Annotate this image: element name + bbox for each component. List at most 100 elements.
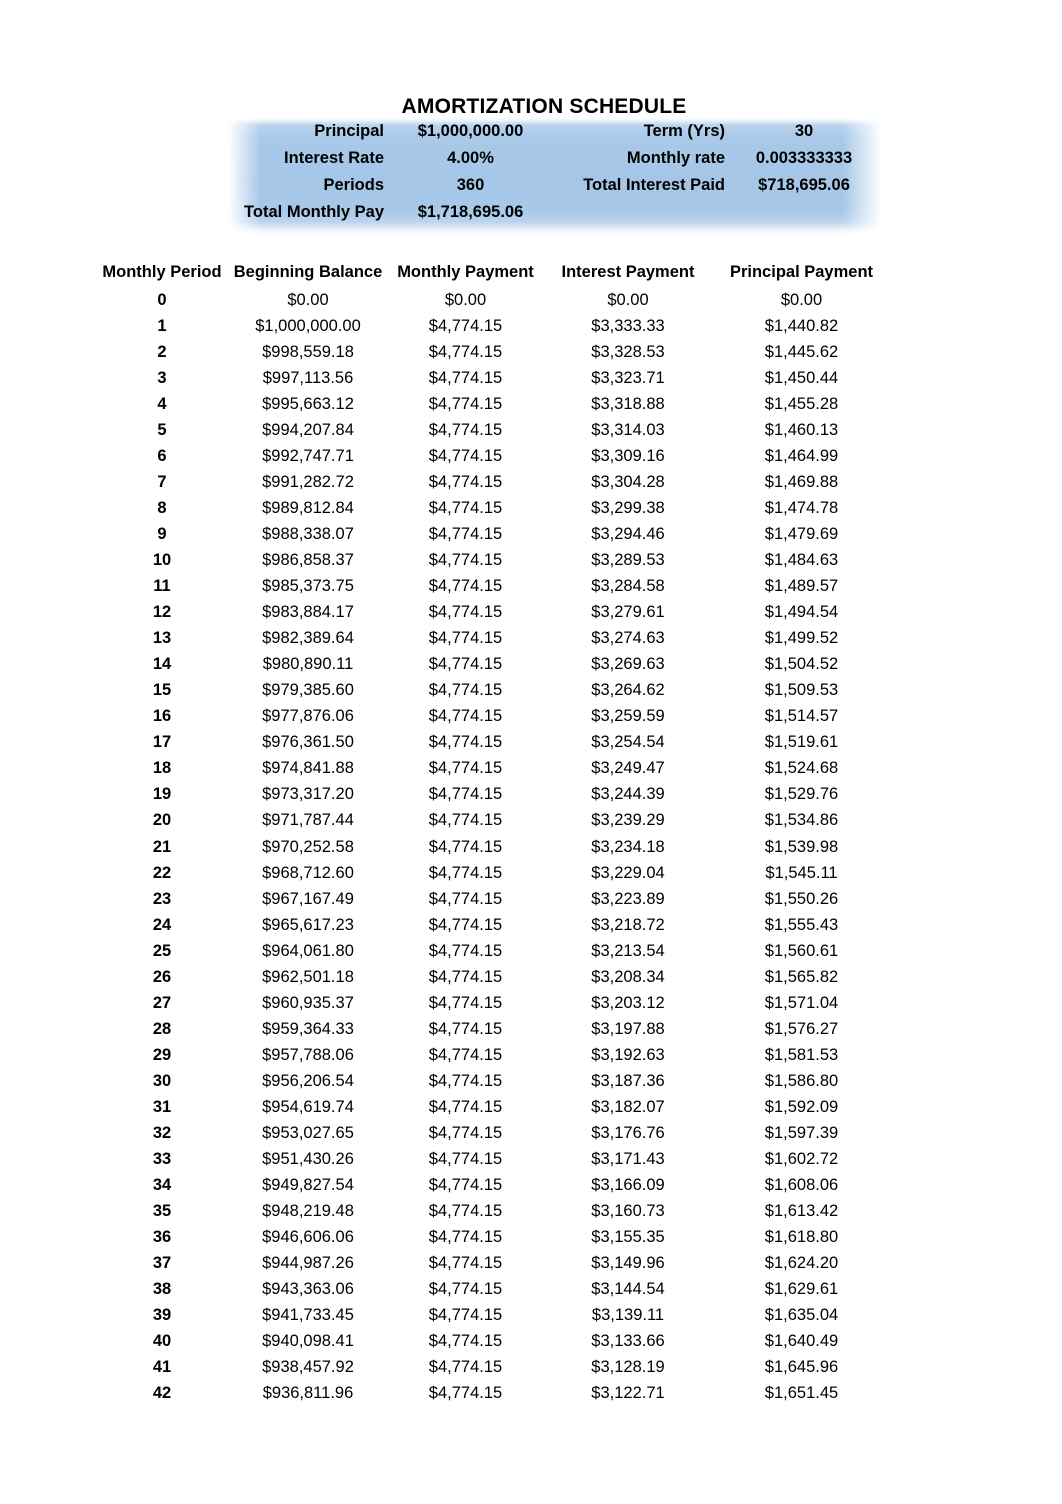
cell-monthly-period: 6 — [157, 446, 167, 465]
cell-interest-payment: $3,218.72 — [591, 915, 665, 934]
cell-interest-payment: $3,234.18 — [591, 837, 665, 856]
cell-monthly-period: 35 — [152, 1202, 172, 1221]
cell-interest-payment: $3,309.16 — [591, 446, 665, 465]
table-row: 28 $959,364.33 $4,774.15 $3,197.88 $1,576.27 — [96, 1016, 890, 1042]
cell-interest-payment: $3,229.04 — [591, 863, 665, 882]
cell-principal-payment: $1,464.99 — [764, 446, 839, 465]
cell-principal-payment: $1,618.80 — [764, 1228, 839, 1247]
cell-monthly-payment: $4,774.15 — [428, 1384, 503, 1403]
cell-monthly-period: 11 — [153, 577, 171, 596]
table-row: 42 $936,811.96 $4,774.15 $3,122.71 $1,651.45 — [96, 1381, 890, 1407]
cell-beginning-balance: $986,858.37 — [262, 550, 354, 569]
cell-monthly-period: 17 — [152, 733, 172, 752]
cell-monthly-period: 42 — [152, 1384, 172, 1403]
cell-interest-payment: $3,269.63 — [591, 655, 665, 674]
cell-beginning-balance: $944,987.26 — [262, 1254, 354, 1273]
column-header-beginning-balance: Beginning Balance — [233, 263, 383, 281]
cell-principal-payment: $1,571.04 — [764, 993, 839, 1012]
cell-principal-payment: $1,534.86 — [764, 811, 839, 830]
cell-beginning-balance: $954,619.74 — [262, 1097, 354, 1116]
cell-interest-payment: $3,254.54 — [591, 733, 665, 752]
cell-monthly-period: 37 — [152, 1254, 172, 1273]
cell-monthly-payment: $4,774.15 — [428, 498, 503, 517]
table-row: 7 $991,282.72 $4,774.15 $3,304.28 $1,469.88 — [96, 469, 890, 495]
cell-monthly-payment: $4,774.15 — [428, 472, 503, 491]
cell-monthly-payment: $4,774.15 — [428, 420, 503, 439]
cell-monthly-payment: $4,774.15 — [428, 629, 503, 648]
cell-monthly-payment: $4,774.15 — [428, 1019, 503, 1038]
cell-monthly-payment: $4,774.15 — [428, 1280, 503, 1299]
summary-value: 30 — [794, 122, 814, 140]
cell-principal-payment: $1,560.61 — [764, 941, 839, 960]
cell-monthly-period: 13 — [152, 629, 172, 648]
cell-beginning-balance: $991,282.72 — [262, 472, 354, 491]
cell-beginning-balance: $956,206.54 — [262, 1071, 354, 1090]
summary-label — [553, 199, 729, 226]
cell-monthly-period: 33 — [152, 1150, 172, 1169]
cell-monthly-payment: $4,774.15 — [428, 1176, 503, 1195]
table-row: 10 $986,858.37 $4,774.15 $3,289.53 $1,484.63 — [96, 547, 890, 573]
cell-monthly-payment: $4,774.15 — [428, 707, 503, 726]
cell-monthly-period: 20 — [152, 811, 172, 830]
cell-principal-payment: $1,624.20 — [764, 1254, 839, 1273]
cell-beginning-balance: $973,317.20 — [262, 785, 354, 804]
cell-monthly-period: 38 — [152, 1280, 172, 1299]
cell-monthly-period: 36 — [152, 1228, 172, 1247]
cell-beginning-balance: $943,363.06 — [262, 1280, 354, 1299]
cell-interest-payment: $3,197.88 — [591, 1019, 665, 1038]
cell-monthly-period: 24 — [152, 915, 172, 934]
cell-monthly-period: 10 — [152, 550, 172, 569]
cell-interest-payment: $3,279.61 — [591, 603, 665, 622]
cell-principal-payment: $1,474.78 — [764, 498, 839, 517]
table-row: 12 $983,884.17 $4,774.15 $3,279.61 $1,494.54 — [96, 600, 890, 626]
table-body: 0 $0.00 $0.00 $0.00 $0.00 1 $1,000,000.00 $4,77… — [96, 287, 890, 1407]
cell-interest-payment: $3,289.53 — [591, 550, 665, 569]
cell-monthly-period: 40 — [152, 1332, 172, 1351]
table-row: 8 $989,812.84 $4,774.15 $3,299.38 $1,474.78 — [96, 495, 890, 521]
cell-principal-payment: $1,499.52 — [764, 629, 839, 648]
cell-interest-payment: $3,128.19 — [591, 1358, 665, 1377]
cell-monthly-payment: $0.00 — [444, 290, 487, 309]
table-row: 40 $940,098.41 $4,774.15 $3,133.66 $1,640.49 — [96, 1329, 890, 1355]
cell-interest-payment: $3,304.28 — [591, 472, 665, 491]
cell-monthly-payment: $4,774.15 — [428, 1254, 503, 1273]
cell-monthly-period: 15 — [152, 681, 172, 700]
table-row: 38 $943,363.06 $4,774.15 $3,144.54 $1,629.61 — [96, 1277, 890, 1303]
cell-beginning-balance: $998,559.18 — [262, 342, 354, 361]
cell-interest-payment: $3,239.29 — [591, 811, 665, 830]
cell-principal-payment: $1,494.54 — [764, 603, 839, 622]
cell-beginning-balance: $0.00 — [287, 290, 329, 309]
cell-principal-payment: $1,504.52 — [764, 655, 839, 674]
cell-monthly-period: 30 — [152, 1071, 172, 1090]
cell-interest-payment: $3,182.07 — [591, 1097, 665, 1116]
cell-monthly-period: 29 — [152, 1045, 172, 1064]
cell-monthly-payment: $4,774.15 — [428, 524, 503, 543]
table-row: 30 $956,206.54 $4,774.15 $3,187.36 $1,586.80 — [96, 1068, 890, 1094]
cell-monthly-payment: $4,774.15 — [428, 1358, 503, 1377]
column-header-interest-payment: Interest Payment — [561, 263, 695, 281]
cell-principal-payment: $1,581.53 — [764, 1045, 839, 1064]
table-row: 4 $995,663.12 $4,774.15 $3,318.88 $1,455.28 — [96, 391, 890, 417]
cell-monthly-period: 22 — [152, 863, 172, 882]
table-row: 1 $1,000,000.00 $4,774.15 $3,333.33 $1,440.8… — [96, 313, 890, 339]
amortization-schedule-table: Monthly Period Beginning Balance Monthly… — [96, 258, 890, 1407]
cell-principal-payment: $1,509.53 — [764, 681, 839, 700]
cell-interest-payment: $3,139.11 — [591, 1306, 665, 1325]
cell-principal-payment: $1,635.04 — [764, 1306, 839, 1325]
table-row: 13 $982,389.64 $4,774.15 $3,274.63 $1,499.52 — [96, 626, 890, 652]
column-header-monthly-payment: Monthly Payment — [397, 263, 534, 281]
table-row: 23 $967,167.49 $4,774.15 $3,223.89 $1,550.26 — [96, 886, 890, 912]
summary-label: Interest Rate — [284, 149, 384, 167]
cell-monthly-period: 5 — [157, 420, 167, 439]
cell-monthly-payment: $4,774.15 — [428, 811, 503, 830]
cell-beginning-balance: $977,876.06 — [262, 707, 354, 726]
cell-monthly-period: 23 — [152, 889, 172, 908]
cell-principal-payment: $1,613.42 — [764, 1202, 839, 1221]
table-row: 17 $976,361.50 $4,774.15 $3,254.54 $1,519.61 — [96, 730, 890, 756]
table-row: 22 $968,712.60 $4,774.15 $3,229.04 $1,545.11 — [96, 860, 890, 886]
cell-principal-payment: $1,651.45 — [764, 1384, 839, 1403]
cell-monthly-payment: $4,774.15 — [428, 1306, 503, 1325]
column-header-monthly-period: Monthly Period — [102, 263, 222, 281]
cell-monthly-period: 31 — [152, 1097, 172, 1116]
cell-interest-payment: $3,133.66 — [591, 1332, 665, 1351]
